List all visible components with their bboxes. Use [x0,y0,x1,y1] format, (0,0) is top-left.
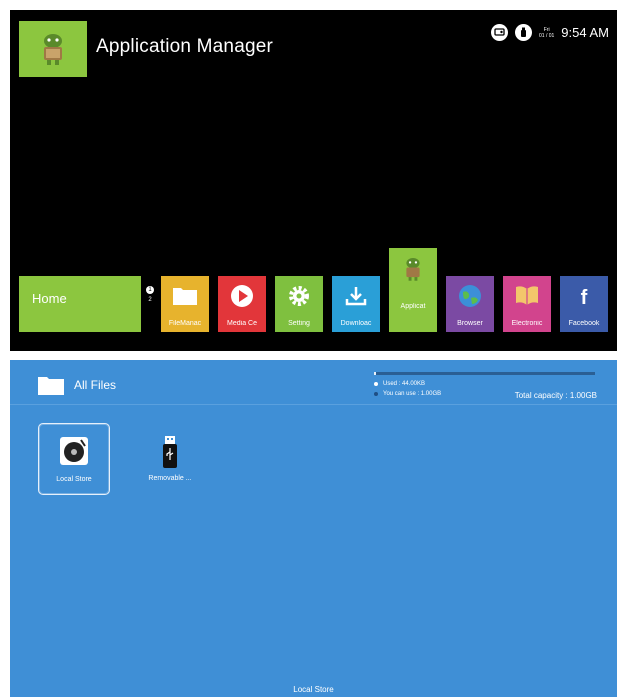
available-capacity: You can use : 1.00GB [374,391,441,397]
tile-label: Media Ce [227,320,257,327]
clock: 9:54 AM [561,25,609,40]
tile-setting[interactable]: Setting [275,276,323,332]
page-title: All Files [74,378,117,392]
date-label: 01 / 01 [539,32,555,39]
tile-browser[interactable]: Browser [446,276,494,332]
tile-file-manager[interactable]: FileManac [161,276,209,332]
gear-icon [289,286,309,306]
tile-download[interactable]: Downloac [332,276,380,332]
available-bullet [374,392,378,396]
facebook-icon: f [581,287,588,308]
page-number: 2 [148,297,152,303]
device-local-store[interactable]: Local Store [38,423,110,495]
home-tile[interactable]: Home [19,276,141,332]
folder-icon [38,377,64,395]
app-manager-icon-tile[interactable] [19,21,87,77]
tile-label: Applicat [400,303,426,310]
tile-facebook[interactable]: f Facebook [560,276,608,332]
tile-label: Facebook [568,320,600,327]
usb-icon [515,24,532,41]
page-indicator: 1 2 [146,286,154,303]
globe-icon [459,285,481,307]
tile-electronic[interactable]: Electronic [503,276,551,332]
tile-media-center[interactable]: Media Ce [218,276,266,332]
status-bar: Fri 01 / 01 9:54 AM [491,24,609,41]
app-title: Application Manager [96,36,274,57]
device-label: Local Store [56,476,92,483]
file-manager-screen: All Files Used : 44.00KB You can use : 1… [10,360,617,697]
tile-label: Browser [457,320,483,327]
device-removable[interactable]: Removable ... [135,423,205,493]
svg-text:f: f [581,287,588,308]
download-icon [345,287,367,306]
footer-label: Local Store [293,685,334,694]
used-label: Used : 44.00KB [383,381,426,387]
tile-label: Setting [288,320,310,327]
play-icon [231,285,253,307]
launcher-screen: Application Manager Fri 01 / 01 9:54 AM … [10,10,617,351]
tile-label: FileManac [168,320,202,327]
usb-drive-icon [163,436,177,468]
used-capacity: Used : 44.00KB [374,381,425,387]
device-label: Removable ... [148,475,192,482]
android-icon [406,258,420,281]
used-bullet [374,382,378,386]
capacity-bar-fill [374,372,377,375]
capacity-bar [374,372,595,375]
tile-application[interactable]: Applicat [389,248,437,332]
disk-icon [60,437,88,465]
available-label: You can use : 1.00GB [383,391,442,397]
book-icon [516,286,538,305]
tile-label: Electronic [511,320,543,327]
home-label: Home [32,291,67,306]
android-icon [44,34,62,65]
folder-icon [173,288,197,305]
date-display: Fri 01 / 01 [539,27,554,39]
page-dot-active: 1 [146,286,154,294]
total-capacity: Total capacity : 1.00GB [514,391,597,400]
file-manager-header: All Files Used : 44.00KB You can use : 1… [10,360,617,405]
tile-label: Downloac [340,320,372,327]
network-icon [491,24,508,41]
